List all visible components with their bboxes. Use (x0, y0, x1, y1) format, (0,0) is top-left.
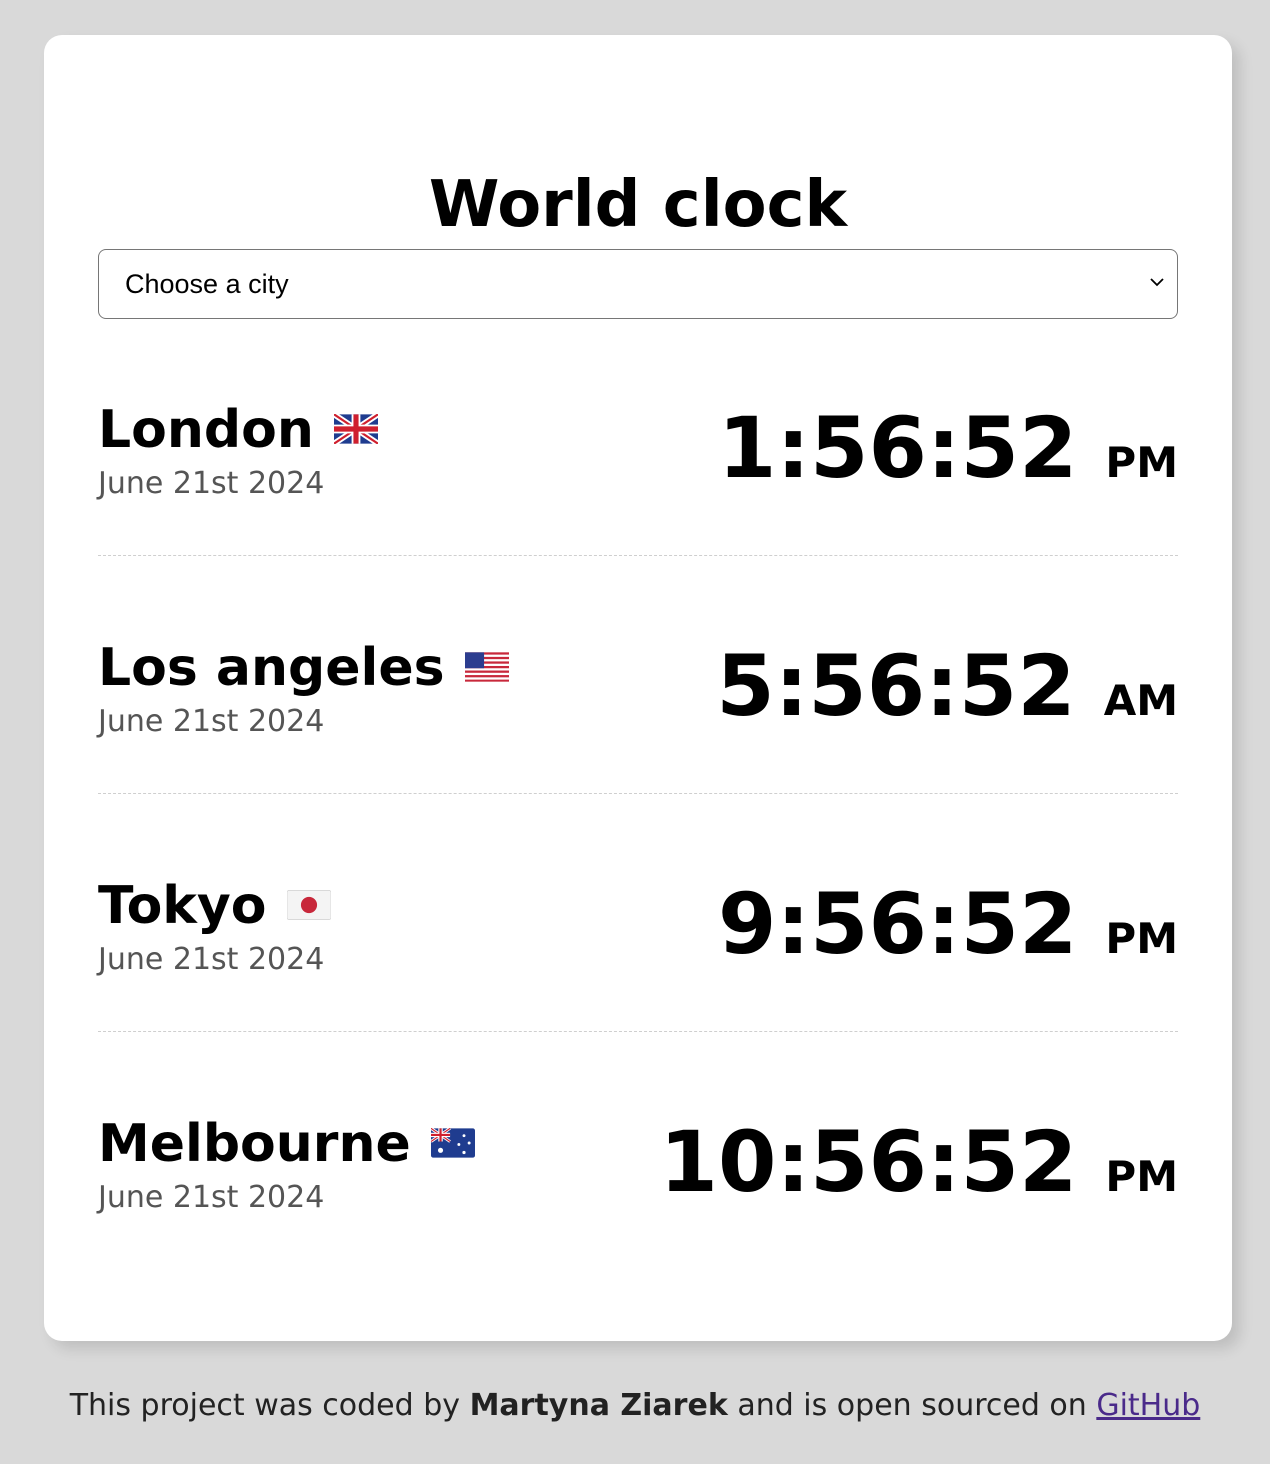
row-divider (98, 793, 1178, 794)
city-name: Melbourne (98, 1112, 475, 1176)
city-date: June 21st 2024 (98, 942, 325, 977)
city-name: Los angeles (98, 636, 509, 700)
city-date: June 21st 2024 (98, 1180, 325, 1215)
city-name-label: London (98, 400, 314, 460)
time-display: 1:56:52 PM (718, 398, 1178, 498)
footer-author: Martyna Ziarek (469, 1388, 728, 1423)
city-name-label: Los angeles (98, 638, 445, 698)
footer-middle: and is open sourced on (737, 1388, 1087, 1423)
clock-time: 10:56:52 (659, 1113, 1078, 1211)
row-divider (98, 555, 1178, 556)
uk-flag-icon (333, 414, 378, 444)
clock-period: PM (1105, 1152, 1178, 1201)
city-select[interactable]: Choose a city (98, 249, 1178, 319)
row-divider (98, 1031, 1178, 1032)
city-row-melbourne: Melbourne June 21st 2024 10:56:52 PM (98, 1112, 1178, 1350)
city-name: Tokyo (98, 874, 331, 938)
clock-period: PM (1105, 438, 1178, 487)
australia-flag-icon (430, 1128, 475, 1158)
city-name-label: Tokyo (98, 876, 267, 936)
clock-time: 1:56:52 (718, 399, 1078, 497)
city-name-label: Melbourne (98, 1114, 411, 1174)
city-date: June 21st 2024 (98, 466, 325, 501)
city-select-value: Choose a city (125, 269, 289, 299)
footer-prefix: This project was coded by (69, 1388, 461, 1423)
clock-period: PM (1105, 914, 1178, 963)
footer: This project was coded by Martyna Ziarek… (0, 1386, 1270, 1426)
clock-time: 9:56:52 (718, 875, 1078, 973)
time-display: 10:56:52 PM (660, 1112, 1178, 1212)
time-display: 9:56:52 PM (718, 874, 1178, 974)
city-name: London (98, 398, 378, 462)
chevron-down-icon (1149, 274, 1165, 290)
time-display: 5:56:52 AM (716, 636, 1178, 736)
clock-time: 5:56:52 (716, 637, 1076, 735)
city-date: June 21st 2024 (98, 704, 325, 739)
github-link[interactable]: GitHub (1096, 1388, 1200, 1423)
clock-period: AM (1103, 676, 1178, 725)
us-flag-icon (464, 652, 509, 682)
city-row-tokyo: Tokyo June 21st 2024 9:56:52 PM (98, 874, 1178, 1112)
japan-flag-icon (286, 890, 331, 920)
world-clock-card: World clock Choose a city London June 21… (44, 35, 1232, 1341)
page-title: World clock (428, 168, 848, 242)
city-row-los-angeles: Los angeles June 21st 2024 5:56:52 AM (98, 636, 1178, 874)
city-row-london: London June 21st 2024 1:56:52 PM (98, 398, 1178, 636)
